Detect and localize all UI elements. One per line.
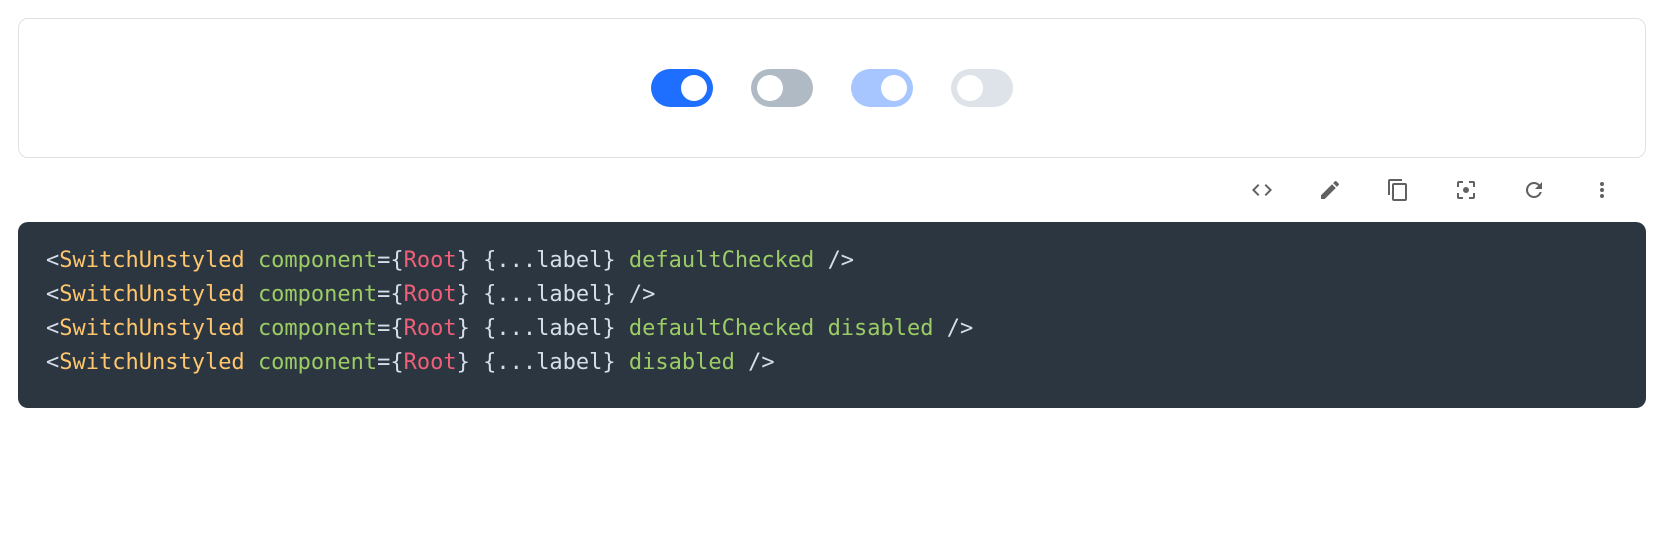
code-token: label <box>536 282 602 307</box>
code-icon[interactable] <box>1248 176 1276 204</box>
code-token: SwitchUnstyled <box>59 282 244 307</box>
code-token <box>470 282 483 307</box>
code-line: <SwitchUnstyled component={Root} {...lab… <box>46 244 1618 278</box>
code-token: { <box>390 316 403 341</box>
code-token: { <box>483 316 496 341</box>
code-token: ... <box>496 282 536 307</box>
code-token: Root <box>404 350 457 375</box>
code-token: disabled <box>629 350 735 375</box>
code-token: SwitchUnstyled <box>59 248 244 273</box>
switch-off[interactable] <box>751 69 813 107</box>
code-token: < <box>46 350 59 375</box>
switch-on[interactable] <box>651 69 713 107</box>
demo-panel <box>18 18 1646 158</box>
code-token: label <box>536 248 602 273</box>
code-token: < <box>46 282 59 307</box>
switch-thumb <box>681 75 707 101</box>
code-token: } <box>457 316 470 341</box>
demo-toolbar <box>18 158 1646 222</box>
fullscreen-icon[interactable] <box>1452 176 1480 204</box>
code-token: SwitchUnstyled <box>59 316 244 341</box>
code-token: { <box>483 350 496 375</box>
switch-off-disabled <box>951 69 1013 107</box>
code-token <box>245 248 258 273</box>
code-token: label <box>536 350 602 375</box>
code-token: ... <box>496 316 536 341</box>
switch-thumb <box>881 75 907 101</box>
code-token: /> <box>748 350 775 375</box>
code-token: ... <box>496 350 536 375</box>
code-token: { <box>483 248 496 273</box>
code-token: < <box>46 248 59 273</box>
code-token: Root <box>404 282 457 307</box>
code-token: = <box>377 248 390 273</box>
copy-icon[interactable] <box>1384 176 1412 204</box>
code-token <box>814 248 827 273</box>
code-token: } <box>457 248 470 273</box>
code-token: defaultChecked <box>629 316 814 341</box>
switch-thumb <box>757 75 783 101</box>
code-token: } <box>602 316 615 341</box>
code-token <box>814 316 827 341</box>
refresh-icon[interactable] <box>1520 176 1548 204</box>
code-token <box>934 316 947 341</box>
code-token: label <box>536 316 602 341</box>
code-token: } <box>602 248 615 273</box>
code-token: defaultChecked <box>629 248 814 273</box>
code-token: Root <box>404 248 457 273</box>
code-token <box>616 282 629 307</box>
code-token <box>245 316 258 341</box>
code-token: { <box>390 248 403 273</box>
code-token: } <box>602 350 615 375</box>
code-token <box>470 350 483 375</box>
code-token: { <box>390 350 403 375</box>
code-token: component <box>258 350 377 375</box>
code-token <box>245 282 258 307</box>
code-token <box>470 248 483 273</box>
code-line: <SwitchUnstyled component={Root} {...lab… <box>46 278 1618 312</box>
code-line: <SwitchUnstyled component={Root} {...lab… <box>46 312 1618 346</box>
code-token: component <box>258 316 377 341</box>
code-token: component <box>258 248 377 273</box>
code-token: /> <box>828 248 855 273</box>
switch-thumb <box>957 75 983 101</box>
code-token: ... <box>496 248 536 273</box>
code-token <box>616 316 629 341</box>
edit-icon[interactable] <box>1316 176 1344 204</box>
code-token: SwitchUnstyled <box>59 350 244 375</box>
code-token: disabled <box>828 316 934 341</box>
code-token: /> <box>947 316 974 341</box>
code-token: = <box>377 282 390 307</box>
code-block: <SwitchUnstyled component={Root} {...lab… <box>18 222 1646 408</box>
code-token <box>616 350 629 375</box>
code-token: /> <box>629 282 656 307</box>
code-token: < <box>46 316 59 341</box>
switch-on-disabled <box>851 69 913 107</box>
code-token <box>616 248 629 273</box>
code-token <box>735 350 748 375</box>
code-token <box>245 350 258 375</box>
code-token: component <box>258 282 377 307</box>
code-token: } <box>457 350 470 375</box>
code-token <box>470 316 483 341</box>
more-icon[interactable] <box>1588 176 1616 204</box>
code-token: } <box>457 282 470 307</box>
code-line: <SwitchUnstyled component={Root} {...lab… <box>46 346 1618 380</box>
code-token: } <box>602 282 615 307</box>
code-token: = <box>377 350 390 375</box>
code-token: { <box>390 282 403 307</box>
code-token: { <box>483 282 496 307</box>
code-token: = <box>377 316 390 341</box>
code-token: Root <box>404 316 457 341</box>
